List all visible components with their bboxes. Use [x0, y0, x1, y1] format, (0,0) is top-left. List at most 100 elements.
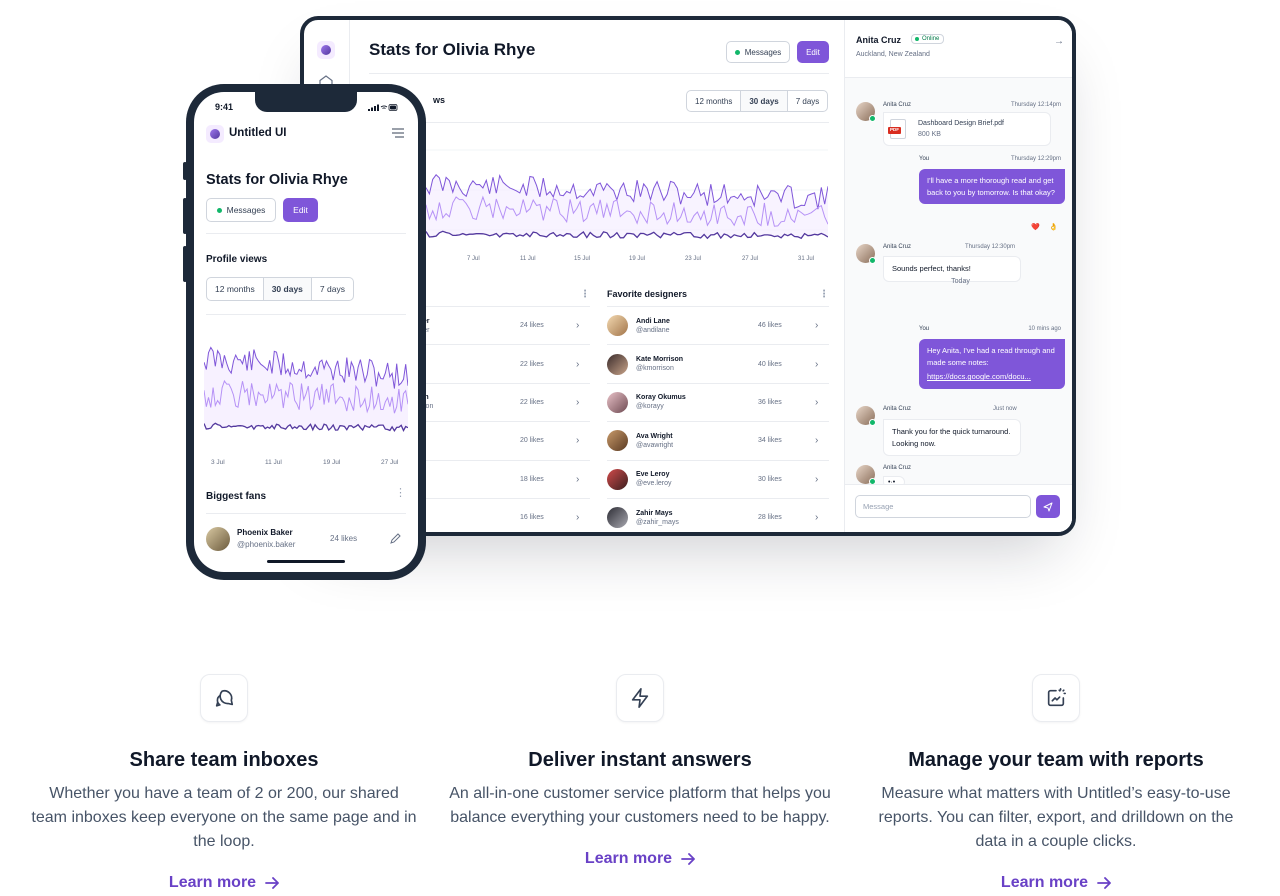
- file-name: Dashboard Design Brief.pdf: [918, 120, 1004, 127]
- list-item-handle: @avawright: [636, 441, 674, 449]
- message-input[interactable]: Message: [855, 495, 1031, 518]
- message-time: 10 mins ago: [1028, 326, 1061, 332]
- list-item-name: Eve Leroy: [636, 471, 670, 479]
- x-tick: 7 Jul: [467, 256, 480, 262]
- edit-button[interactable]: Edit: [283, 198, 318, 222]
- learn-more-label: Learn more: [584, 850, 673, 867]
- profile-views-chart: [426, 149, 828, 240]
- list-title: Favorite designers: [607, 289, 688, 299]
- chevron-right-icon[interactable]: ›: [815, 320, 818, 331]
- x-tick: 23 Jul: [685, 256, 702, 262]
- more-vertical-icon[interactable]: ⋮: [819, 289, 829, 300]
- menu-icon[interactable]: [392, 128, 404, 138]
- list-item[interactable]: Ava Wright @avawright 34 likes ›: [607, 421, 829, 459]
- reaction-heart-icon[interactable]: ❤️: [1031, 223, 1040, 231]
- send-button[interactable]: [1036, 495, 1060, 518]
- file-attachment[interactable]: PDF Dashboard Design Brief.pdf 800 KB: [883, 112, 1051, 146]
- list-item[interactable]: insonilkinson22 likes›: [410, 382, 590, 421]
- chat-composer: Message: [845, 484, 1072, 532]
- chevron-right-icon[interactable]: ›: [815, 397, 818, 408]
- x-tick: 27 Jul: [742, 256, 759, 262]
- chevron-right-icon[interactable]: ›: [576, 320, 579, 331]
- list-item[interactable]: Andi Lane @andilane 46 likes ›: [607, 306, 829, 344]
- learn-more-link[interactable]: Learn more: [169, 874, 279, 892]
- tab-30-days[interactable]: 30 days: [741, 91, 788, 111]
- chevron-right-icon[interactable]: ›: [576, 435, 579, 446]
- messages-button[interactable]: Messages: [206, 198, 276, 222]
- phone-screen: 9:41 Untitled UI Stats for Olivia Rhye M…: [194, 92, 418, 572]
- chevron-right-icon[interactable]: ›: [815, 359, 818, 370]
- list-item-text: Ava Wright @avawright: [636, 433, 673, 449]
- list-item-likes: 22 likes: [520, 360, 544, 368]
- status-badge: Online: [911, 34, 945, 44]
- tab-30-days[interactable]: 30 days: [263, 278, 312, 300]
- feature-description: Measure what matters with Untitled’s eas…: [878, 785, 1234, 850]
- list-item[interactable]: Baker.baker24 likes›: [410, 306, 590, 344]
- list-item-name: Ava Wright: [636, 432, 673, 440]
- edit-button[interactable]: Edit: [797, 41, 829, 63]
- tab-12-months[interactable]: 12 months: [687, 91, 742, 111]
- list-item[interactable]: igg18 likes›: [410, 459, 590, 498]
- edit-pencil-icon[interactable]: [390, 533, 401, 544]
- avatar: [607, 391, 628, 413]
- message-time: Just now: [993, 406, 1017, 412]
- list-item-handle: @kmorrison: [636, 365, 674, 373]
- more-vertical-icon[interactable]: ⋮: [580, 289, 590, 300]
- messages-button[interactable]: Messages: [726, 41, 790, 63]
- x-tick: 31 Jul: [798, 256, 815, 262]
- chevron-right-icon[interactable]: ›: [815, 435, 818, 446]
- chevron-right-icon[interactable]: ›: [576, 474, 579, 485]
- learn-more-link[interactable]: Learn more: [585, 850, 695, 868]
- chevron-right-icon[interactable]: ›: [576, 512, 579, 523]
- list-item-text: Kate Morrison @kmorrison: [636, 356, 683, 372]
- chevron-right-icon[interactable]: ›: [576, 397, 579, 408]
- tab-7-days[interactable]: 7 days: [788, 91, 828, 111]
- tab-7-days[interactable]: 7 days: [312, 278, 353, 300]
- biggest-fans-list: ⋮ Baker.baker24 likes›nerner22 likes›ins…: [410, 282, 590, 532]
- date-divider: Today: [951, 278, 970, 285]
- list-item[interactable]: nerner22 likes›: [410, 344, 590, 382]
- avatar: [607, 507, 628, 529]
- divider: [369, 73, 829, 74]
- phone-side-button: [183, 198, 187, 234]
- status-icons: [368, 104, 398, 111]
- list-item-text: Andi Lane @andilane: [636, 318, 670, 334]
- avatar: [856, 465, 876, 485]
- arrow-right-icon[interactable]: →: [1054, 36, 1064, 47]
- avatar: [856, 102, 876, 122]
- pdf-file-icon: PDF: [888, 119, 906, 139]
- feature-title: Deliver instant answers: [528, 749, 752, 771]
- phone-notch: [255, 92, 357, 112]
- chat-header: Anita Cruz Online Auckland, New Zealand …: [845, 20, 1072, 78]
- message-sender: You: [919, 156, 930, 162]
- list-item[interactable]: Eve Leroy @eve.leroy 30 likes ›: [607, 459, 829, 498]
- list-item[interactable]: Koray Okumus @korayy 36 likes ›: [607, 382, 829, 421]
- more-vertical-icon[interactable]: ⋮: [395, 486, 406, 499]
- list-item[interactable]: Wuwu20 likes›: [410, 421, 590, 459]
- home-indicator: [267, 560, 345, 563]
- reaction-ok-icon[interactable]: 👌: [1049, 223, 1058, 231]
- list-item-likes: 28 likes: [758, 514, 782, 522]
- list-item-likes: 16 likes: [520, 514, 544, 522]
- logo-icon: [206, 125, 224, 143]
- avatar: [856, 244, 876, 264]
- list-item[interactable]: Kate Morrison @kmorrison 40 likes ›: [607, 344, 829, 382]
- avatar: [856, 406, 876, 426]
- tab-12-months[interactable]: 12 months: [207, 278, 264, 300]
- message-link[interactable]: https://docs.google.com/docu...: [927, 371, 1057, 383]
- list-item[interactable]: Phoenix Baker @phoenix.baker 24 likes: [206, 524, 406, 554]
- avatar: [206, 527, 230, 551]
- list-item[interactable]: Zahir Mays @zahir_mays 28 likes ›: [607, 497, 829, 532]
- learn-more-link[interactable]: Learn more: [1001, 874, 1111, 892]
- list-item-name: Koray Okumus: [636, 394, 686, 402]
- list-item[interactable]: no16 likes›: [410, 497, 590, 532]
- chart-section-title: ws: [433, 95, 446, 105]
- chevron-right-icon[interactable]: ›: [576, 359, 579, 370]
- list-item-handle: @korayy: [636, 403, 664, 411]
- online-dot-icon: [216, 207, 222, 213]
- chevron-right-icon[interactable]: ›: [815, 474, 818, 485]
- chevron-right-icon[interactable]: ›: [815, 512, 818, 523]
- list-item-likes: 36 likes: [758, 398, 782, 406]
- series-area: [204, 347, 408, 431]
- x-tick: 11 Jul: [520, 256, 536, 262]
